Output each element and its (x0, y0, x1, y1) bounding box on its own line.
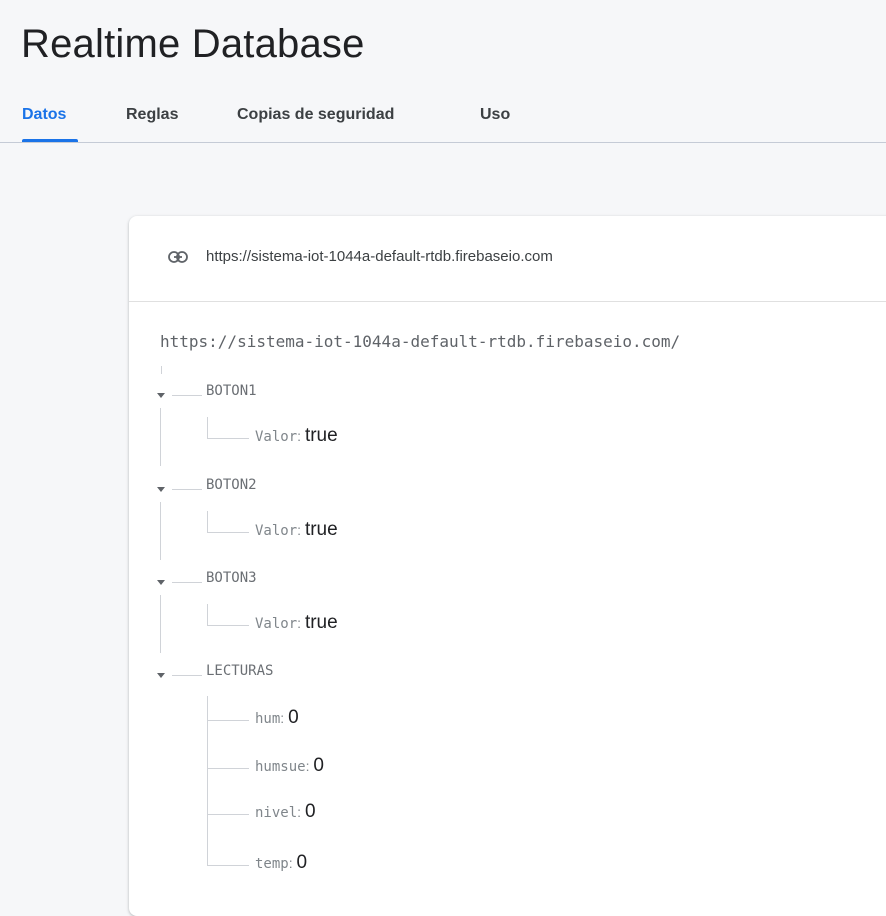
tree-connector (172, 395, 202, 396)
tree-connector (207, 625, 249, 626)
tree-connector (207, 768, 249, 769)
leaf-value: 0 (304, 801, 316, 822)
tree-node-boton2[interactable]: BOTON2 (206, 477, 257, 493)
database-url-link[interactable]: https://sistema-iot-1044a-default-rtdb.f… (206, 248, 553, 265)
tree-leaf-valor[interactable]: Valor: true (255, 612, 338, 634)
tree-connector (172, 489, 202, 490)
tab-uso[interactable]: Uso (480, 106, 510, 124)
tab-reglas[interactable]: Reglas (126, 106, 178, 124)
leaf-key: Valor (255, 523, 298, 539)
leaf-value: 0 (296, 852, 308, 873)
tree-leaf-temp[interactable]: temp: 0 (255, 852, 307, 874)
leaf-value: true (304, 612, 338, 633)
leaf-separator: : (297, 615, 305, 631)
leaf-key: temp (255, 856, 289, 872)
tree-connector (207, 696, 208, 866)
tree-leaf-hum[interactable]: hum: 0 (255, 707, 299, 729)
tree-connector (207, 720, 249, 721)
leaf-separator: : (297, 804, 305, 820)
tabs-divider (0, 142, 886, 143)
leaf-separator: : (297, 522, 305, 538)
leaf-separator: : (297, 428, 305, 444)
tab-bar: Datos Reglas Copias de seguridad Uso (0, 92, 886, 144)
card-header: https://sistema-iot-1044a-default-rtdb.f… (129, 216, 886, 302)
tree-root-url[interactable]: https://sistema-iot-1044a-default-rtdb.f… (160, 332, 680, 351)
tree-node-boton3[interactable]: BOTON3 (206, 570, 257, 586)
leaf-separator: : (280, 710, 289, 726)
leaf-key: Valor (255, 429, 298, 445)
tree-connector (172, 582, 202, 583)
tree-connector (172, 675, 202, 676)
tab-copias-de-seguridad[interactable]: Copias de seguridad (237, 106, 394, 124)
leaf-key: Valor (255, 616, 298, 632)
tree-node-boton1[interactable]: BOTON1 (206, 383, 257, 399)
leaf-value: 0 (288, 707, 299, 728)
collapse-arrow-icon[interactable] (157, 673, 165, 678)
leaf-key: nivel (255, 805, 298, 821)
tree-connector (207, 438, 249, 439)
tree-connector (160, 502, 161, 560)
tree-node-lecturas[interactable]: LECTURAS (206, 663, 273, 679)
leaf-key: hum (255, 711, 281, 727)
tree-connector (160, 408, 161, 466)
leaf-value: true (304, 425, 338, 446)
collapse-arrow-icon[interactable] (157, 580, 165, 585)
tree-leaf-valor[interactable]: Valor: true (255, 425, 338, 447)
tree-connector (207, 417, 208, 439)
leaf-value: true (304, 519, 338, 540)
tree-connector (207, 604, 208, 626)
page-title: Realtime Database (21, 22, 365, 66)
tree-leaf-humsue[interactable]: humsue: 0 (255, 755, 324, 777)
tree-connector (161, 366, 162, 374)
leaf-value: 0 (313, 755, 324, 776)
tree-connector (207, 511, 208, 533)
tree-leaf-nivel[interactable]: nivel: 0 (255, 801, 316, 823)
tree-connector (207, 532, 249, 533)
collapse-arrow-icon[interactable] (157, 487, 165, 492)
link-icon[interactable] (168, 250, 188, 264)
tree-connector (160, 595, 161, 653)
collapse-arrow-icon[interactable] (157, 393, 165, 398)
leaf-separator: : (288, 855, 297, 871)
tree-leaf-valor[interactable]: Valor: true (255, 519, 338, 541)
tree-connector (207, 814, 249, 815)
leaf-key: humsue (255, 759, 306, 775)
database-card: https://sistema-iot-1044a-default-rtdb.f… (129, 216, 886, 916)
tree-connector (207, 865, 249, 866)
tab-datos[interactable]: Datos (22, 106, 66, 124)
